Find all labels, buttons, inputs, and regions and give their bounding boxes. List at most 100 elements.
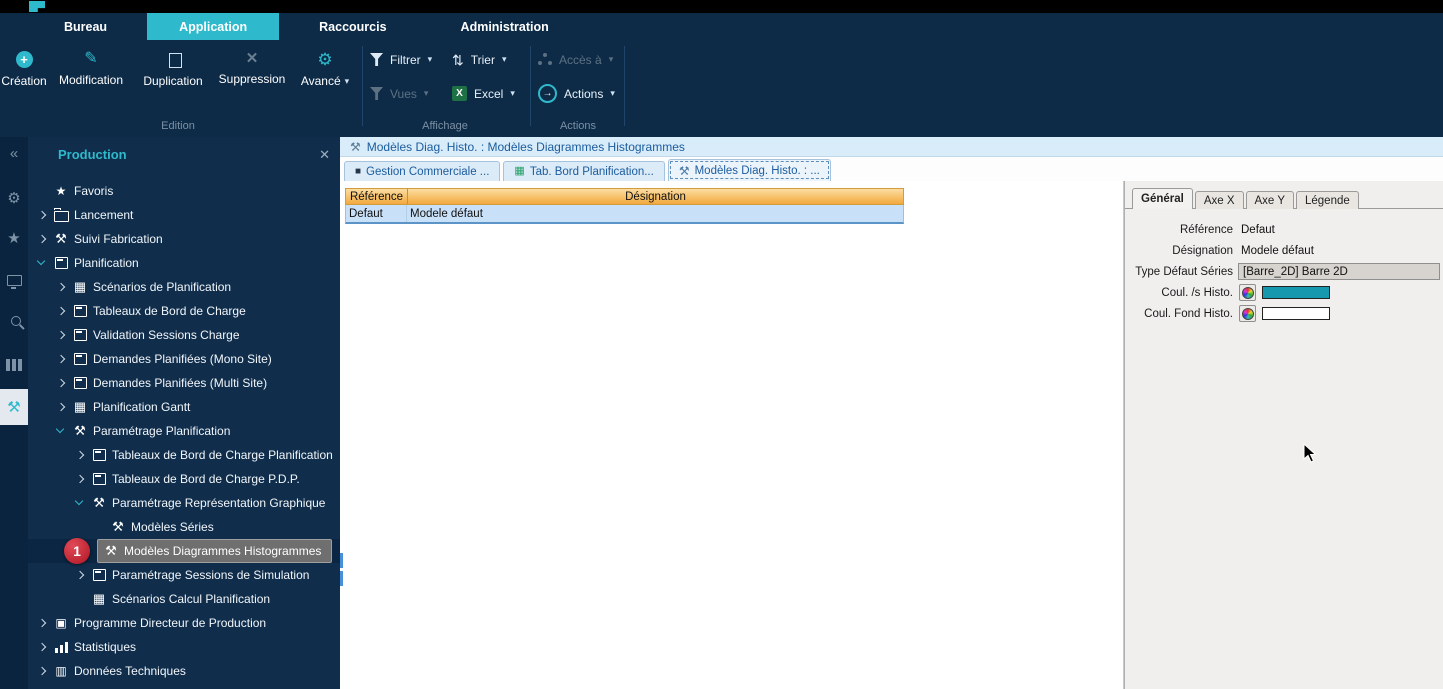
tab-axe-x[interactable]: Axe X: [1195, 191, 1244, 209]
desktop-monitor-icon[interactable]: [0, 266, 28, 294]
chevron-down-icon[interactable]: [74, 497, 86, 509]
advanced-button[interactable]: ⚙ Avancé▾: [292, 43, 358, 117]
close-icon[interactable]: ✕: [319, 148, 330, 161]
field-value[interactable]: Defaut: [1241, 224, 1275, 236]
toolbar: + Création ✎ Modification Duplication ✕ …: [0, 40, 1443, 137]
tree-item-planification[interactable]: Planification: [28, 251, 340, 275]
color-picker-button[interactable]: [1239, 284, 1256, 301]
views-button[interactable]: Vues ▾: [370, 82, 432, 105]
tree-item-parametrage-planification[interactable]: Paramétrage Planification: [28, 419, 340, 443]
collapse-sidebar-icon[interactable]: «: [0, 139, 28, 167]
tree-item-tableaux-bord-charge[interactable]: Tableaux de Bord de Charge: [28, 299, 340, 323]
menu-application[interactable]: Application: [147, 13, 279, 40]
tree-item-demandes-multi[interactable]: Demandes Planifiées (Multi Site): [28, 371, 340, 395]
color-picker-button[interactable]: [1239, 305, 1256, 322]
application-window: Bureau Application Raccourcis Administra…: [0, 0, 1443, 689]
wrench-icon: [53, 231, 69, 247]
tree-item-tbc-pdp[interactable]: Tableaux de Bord de Charge P.D.P.: [28, 467, 340, 491]
excel-button[interactable]: X Excel ▾: [452, 82, 515, 105]
calendar-icon: [74, 377, 87, 389]
tree-item-scenarios-calcul[interactable]: Scénarios Calcul Planification: [28, 587, 340, 611]
production-module-icon[interactable]: ⚒: [0, 389, 28, 425]
cell-designation: Modele défaut: [407, 205, 903, 222]
tab-legende[interactable]: Légende: [1296, 191, 1359, 209]
columns-view-icon[interactable]: [0, 351, 28, 379]
wrench-icon: [72, 423, 88, 439]
search-icon[interactable]: [0, 308, 28, 336]
menu-bureau[interactable]: Bureau: [42, 13, 129, 40]
access-button[interactable]: Accès à ▾: [538, 48, 615, 71]
chevron-right-icon[interactable]: [36, 209, 48, 221]
tree-item-parametrage-representation[interactable]: Paramétrage Représentation Graphique: [28, 491, 340, 515]
tree-item-validation-sessions[interactable]: Validation Sessions Charge: [28, 323, 340, 347]
chevron-right-icon[interactable]: [36, 617, 48, 629]
color-swatch-teal[interactable]: [1262, 286, 1330, 299]
columns-icon: [12, 359, 16, 371]
duplicate-button[interactable]: Duplication: [134, 43, 212, 117]
chevron-right-icon[interactable]: [55, 329, 67, 341]
color-swatch-white[interactable]: [1262, 307, 1330, 320]
box-icon: [53, 616, 69, 630]
sidebar-header: Production ✕: [28, 137, 340, 165]
tree-item-statistiques[interactable]: Statistiques: [28, 635, 340, 659]
tree-item-donnees-techniques[interactable]: Données Techniques: [28, 659, 340, 683]
chevron-right-icon[interactable]: [36, 641, 48, 653]
tab-bord-planification[interactable]: ▦ Tab. Bord Planification...: [503, 161, 664, 181]
column-header-reference[interactable]: Référence: [346, 189, 408, 204]
delete-button[interactable]: ✕ Suppression: [212, 43, 292, 117]
tab-label: Gestion Commerciale ...: [366, 166, 489, 178]
field-value[interactable]: Modele défaut: [1241, 245, 1314, 257]
chevron-right-icon[interactable]: [55, 353, 67, 365]
tree-item-demandes-mono[interactable]: Demandes Planifiées (Mono Site): [28, 347, 340, 371]
tree-item-modeles-diagrammes-histogrammes[interactable]: 1 Modèles Diagrammes Histogrammes: [28, 539, 340, 563]
chevron-down-icon[interactable]: [36, 257, 48, 269]
sort-button[interactable]: ⇅ Trier ▾: [452, 48, 515, 71]
tree-item-favoris[interactable]: Favoris: [28, 179, 340, 203]
chevron-right-icon[interactable]: [74, 473, 86, 485]
filter-button[interactable]: Filtrer ▾: [370, 48, 432, 71]
tree-item-planification-gantt[interactable]: Planification Gantt: [28, 395, 340, 419]
calendar-icon: [74, 305, 87, 317]
chevron-right-icon[interactable]: [36, 233, 48, 245]
favorites-star-icon[interactable]: ★: [0, 224, 28, 252]
tree-item-tbc-planification[interactable]: Tableaux de Bord de Charge Planification: [28, 443, 340, 467]
chevron-right-icon[interactable]: [55, 305, 67, 317]
actions-label: Actions: [564, 87, 603, 101]
menu-administration[interactable]: Administration: [439, 13, 571, 40]
actions-col: Accès à ▾ → Actions ▾: [538, 48, 615, 105]
modify-button[interactable]: ✎ Modification: [48, 43, 134, 117]
tab-axe-y[interactable]: Axe Y: [1246, 191, 1294, 209]
readonly-field[interactable]: [Barre_2D] Barre 2D: [1238, 263, 1440, 280]
tree-label: Scénarios de Planification: [93, 280, 231, 294]
menu-raccourcis[interactable]: Raccourcis: [297, 13, 408, 40]
splitter-grip[interactable]: [340, 553, 343, 568]
database-icon: [53, 664, 69, 678]
chevron-right-icon[interactable]: [74, 449, 86, 461]
table-row[interactable]: Defaut Modele défaut: [345, 205, 904, 224]
settings-gear-icon[interactable]: ⚙: [0, 184, 28, 212]
field-reference: Référence Defaut: [1125, 219, 1443, 240]
tree-item-parametrage-sessions-simulation[interactable]: Paramétrage Sessions de Simulation: [28, 563, 340, 587]
create-button[interactable]: + Création: [0, 43, 48, 117]
chevron-right-icon[interactable]: [55, 377, 67, 389]
sort-label: Trier: [471, 53, 495, 67]
calendar-icon: [74, 353, 87, 365]
tab-general[interactable]: Général: [1132, 188, 1193, 209]
actions-button[interactable]: → Actions ▾: [538, 82, 615, 105]
tree-item-suivi-fabrication[interactable]: Suivi Fabrication: [28, 227, 340, 251]
chevron-right-icon[interactable]: [55, 281, 67, 293]
chevron-right-icon[interactable]: [55, 401, 67, 413]
selected-tree-pill[interactable]: Modèles Diagrammes Histogrammes: [97, 539, 332, 563]
column-header-designation[interactable]: Désignation: [408, 189, 903, 204]
chevron-right-icon[interactable]: [36, 665, 48, 677]
chevron-down-icon[interactable]: [55, 425, 67, 437]
monitor-icon: [7, 275, 22, 286]
tree-item-scenarios-planification[interactable]: Scénarios de Planification: [28, 275, 340, 299]
tab-modeles-diag-histo[interactable]: ⚒ Modèles Diag. Histo. : ...: [668, 159, 831, 181]
tab-gestion-commerciale[interactable]: ■ Gestion Commerciale ...: [344, 161, 500, 181]
chevron-right-icon[interactable]: [74, 569, 86, 581]
run-arrow-icon: →: [538, 84, 557, 103]
tree-item-modeles-series[interactable]: Modèles Séries: [28, 515, 340, 539]
tree-item-lancement[interactable]: Lancement: [28, 203, 340, 227]
tree-item-programme-directeur[interactable]: Programme Directeur de Production: [28, 611, 340, 635]
